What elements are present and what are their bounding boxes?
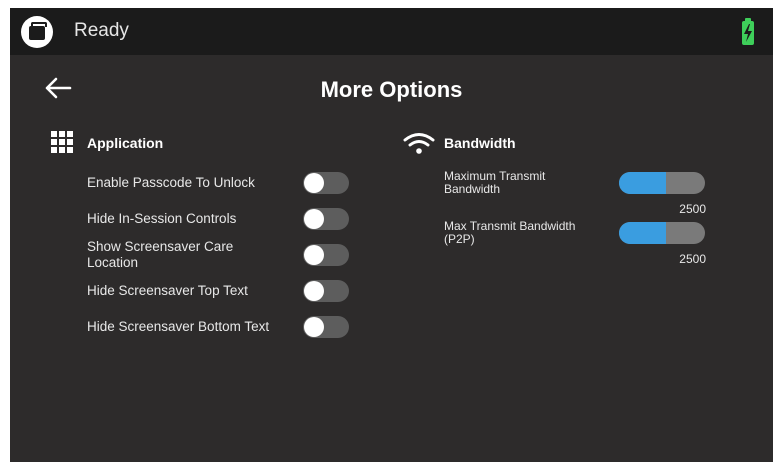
bandwidth-label-p2p: Max Transmit Bandwidth (P2P) xyxy=(444,219,576,246)
tv-icon xyxy=(21,16,53,48)
option-label-care-location: Show Screensaver Care Location xyxy=(87,239,234,270)
slider-max-transmit-bandwidth-p2p[interactable] xyxy=(619,222,705,244)
application-section-title: Application xyxy=(87,135,164,151)
battery-charging-icon xyxy=(742,18,754,45)
bandwidth-label-max: Maximum Transmit Bandwidth xyxy=(444,169,546,196)
slider-maximum-transmit-bandwidth[interactable] xyxy=(619,172,705,194)
toggle-hide-screensaver-bottom-text[interactable] xyxy=(303,316,349,338)
bandwidth-value-max: 2500 xyxy=(679,202,706,216)
bandwidth-section-title: Bandwidth xyxy=(444,135,516,151)
page-title: More Options xyxy=(320,77,463,102)
status-text: Ready xyxy=(74,20,129,41)
wifi-icon xyxy=(403,133,435,154)
toggle-hide-screensaver-top-text[interactable] xyxy=(303,280,349,302)
toggle-show-care-location[interactable] xyxy=(303,244,349,266)
option-label-top-text: Hide Screensaver Top Text xyxy=(87,283,248,298)
toggle-enable-passcode[interactable] xyxy=(303,172,349,194)
toggle-hide-in-session-controls[interactable] xyxy=(303,208,349,230)
option-label-passcode: Enable Passcode To Unlock xyxy=(87,175,255,190)
grid-icon xyxy=(51,131,73,153)
option-label-bottom-text: Hide Screensaver Bottom Text xyxy=(87,319,270,334)
bandwidth-value-p2p: 2500 xyxy=(679,252,706,266)
status-bar: Ready xyxy=(10,8,773,55)
app-frame: Ready More Options Application Enable Pa… xyxy=(10,8,773,462)
option-label-hide-controls: Hide In-Session Controls xyxy=(87,211,237,226)
